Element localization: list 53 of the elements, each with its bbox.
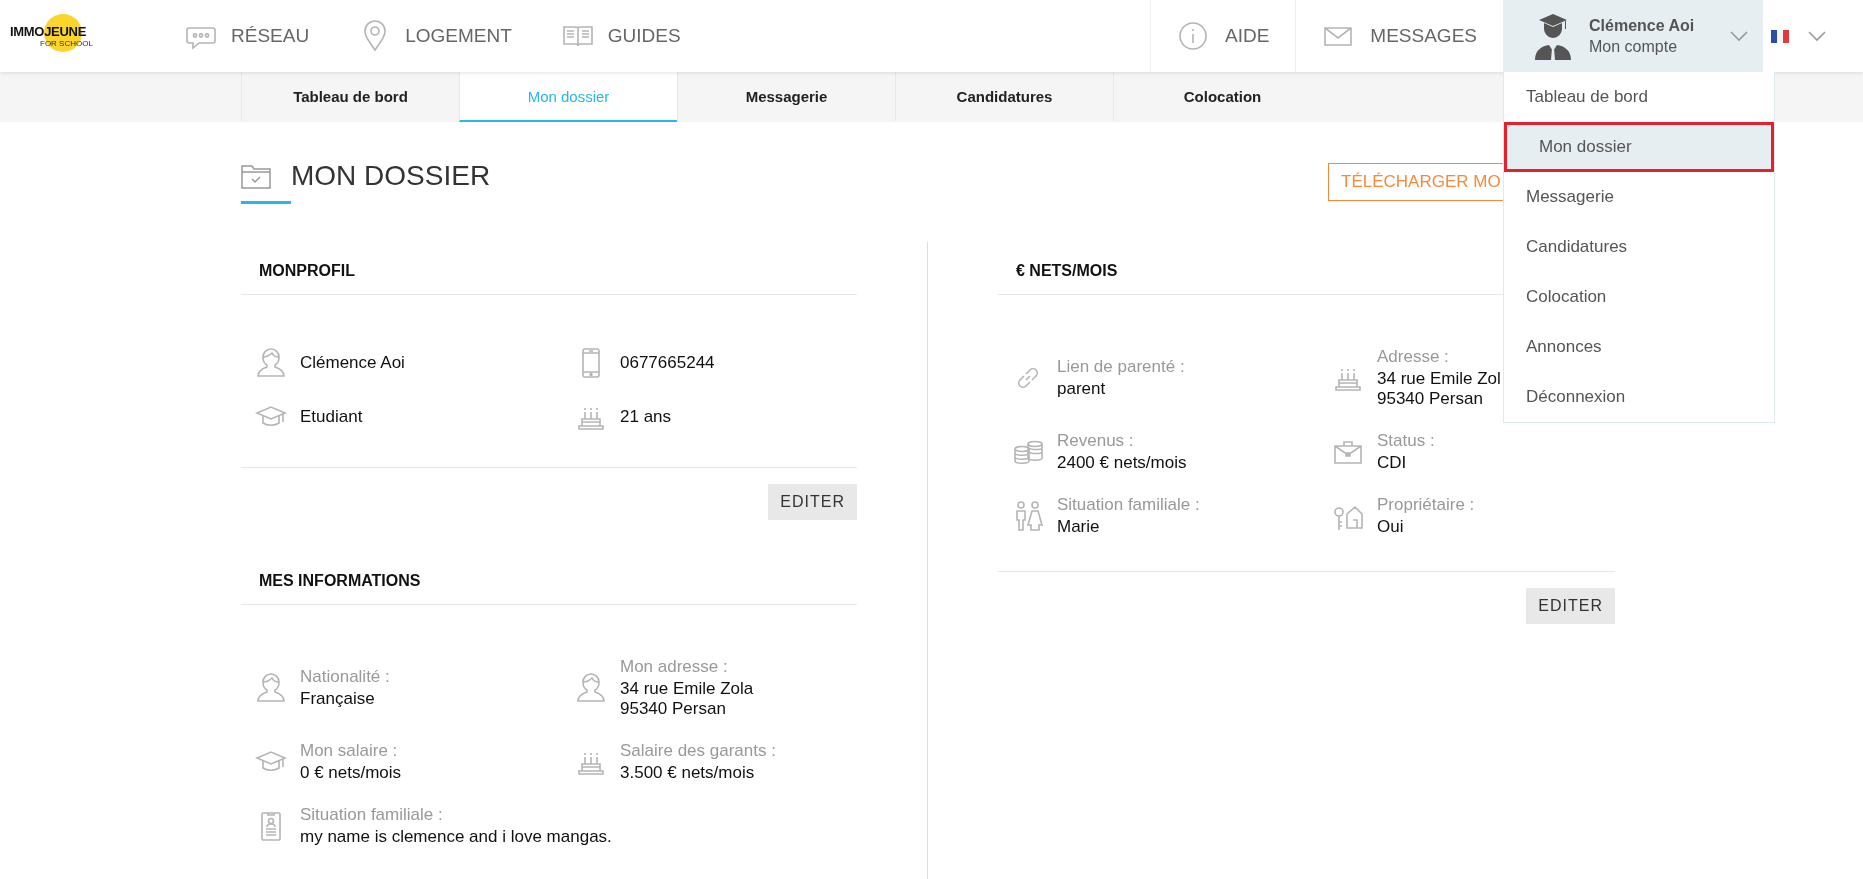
- field-value: 34 rue Emile Zola 95340 Persan: [620, 679, 754, 719]
- field-value: parent: [1057, 379, 1107, 399]
- field-label: Mon salaire :: [300, 741, 399, 761]
- section-heading: MES INFORMATIONS: [241, 552, 857, 605]
- menu-item[interactable]: Annonces: [1504, 322, 1774, 372]
- field-label: Mon adresse :: [620, 657, 729, 677]
- field-value: Etudiant: [300, 407, 363, 427]
- menu-item[interactable]: Candidatures: [1504, 222, 1774, 272]
- field-value: my name is clemence and i love mangas.: [300, 827, 612, 847]
- chevron-down-icon[interactable]: [1807, 30, 1827, 42]
- field-value: Marie: [1057, 517, 1101, 537]
- edit-button[interactable]: EDITER: [768, 484, 857, 520]
- title-underline: [241, 201, 291, 204]
- field-value: 2400 € nets/mois: [1057, 453, 1187, 473]
- field-label: Situation familiale :: [300, 805, 444, 825]
- chevron-down-icon: [1729, 30, 1749, 42]
- tab[interactable]: Colocation: [1113, 72, 1331, 122]
- field-label: Lien de parenté :: [1057, 357, 1185, 377]
- field-label: Adresse :: [1377, 347, 1450, 367]
- folder-icon: [241, 163, 271, 189]
- flag-icon[interactable]: [1771, 29, 1789, 43]
- edit-button[interactable]: EDITER: [1526, 588, 1615, 624]
- field-value: 21 ans: [620, 407, 672, 427]
- field-value: 34 rue Emile Zol 95340 Persan: [1377, 369, 1501, 409]
- field-label: Salaire des garants :: [620, 741, 776, 761]
- info-icon: [1177, 20, 1209, 52]
- page-title: MON DOSSIER: [291, 160, 491, 192]
- tab[interactable]: Messagerie: [677, 72, 895, 122]
- menu-item[interactable]: Colocation: [1504, 272, 1774, 322]
- person-icon: [255, 347, 287, 379]
- person-icon: [575, 672, 607, 704]
- field-value: CDI: [1377, 453, 1408, 473]
- field-value: Française: [300, 689, 376, 709]
- section-heading: MONPROFIL: [241, 242, 857, 295]
- menu-item[interactable]: Mon dossier: [1504, 122, 1774, 172]
- field-label: Revenus :: [1057, 431, 1135, 451]
- menu-item[interactable]: Déconnexion: [1504, 372, 1774, 422]
- field-label: Situation familiale :: [1057, 495, 1200, 515]
- nav-link[interactable]: GUIDES: [561, 20, 681, 52]
- field-label: Nationalité :: [300, 667, 390, 687]
- field-value: 0 € nets/mois: [300, 763, 402, 783]
- person-icon: [255, 672, 287, 704]
- tab[interactable]: Candidatures: [895, 72, 1113, 122]
- nav-link[interactable]: RÉSEAU: [185, 20, 310, 52]
- field-value: Clémence Aoi: [300, 353, 405, 373]
- nav-link[interactable]: LOGEMENT: [359, 20, 512, 52]
- menu-item[interactable]: Tableau de bord: [1504, 72, 1774, 122]
- field-value: Oui: [1377, 517, 1405, 537]
- field-label: Propriétaire :: [1377, 495, 1475, 515]
- field-value: 0677665244: [620, 353, 715, 373]
- field-label: Status :: [1377, 431, 1435, 451]
- field-value: 3.500 € nets/mois: [620, 763, 756, 783]
- account-menu[interactable]: Clémence Aoi Mon compte: [1503, 0, 1763, 72]
